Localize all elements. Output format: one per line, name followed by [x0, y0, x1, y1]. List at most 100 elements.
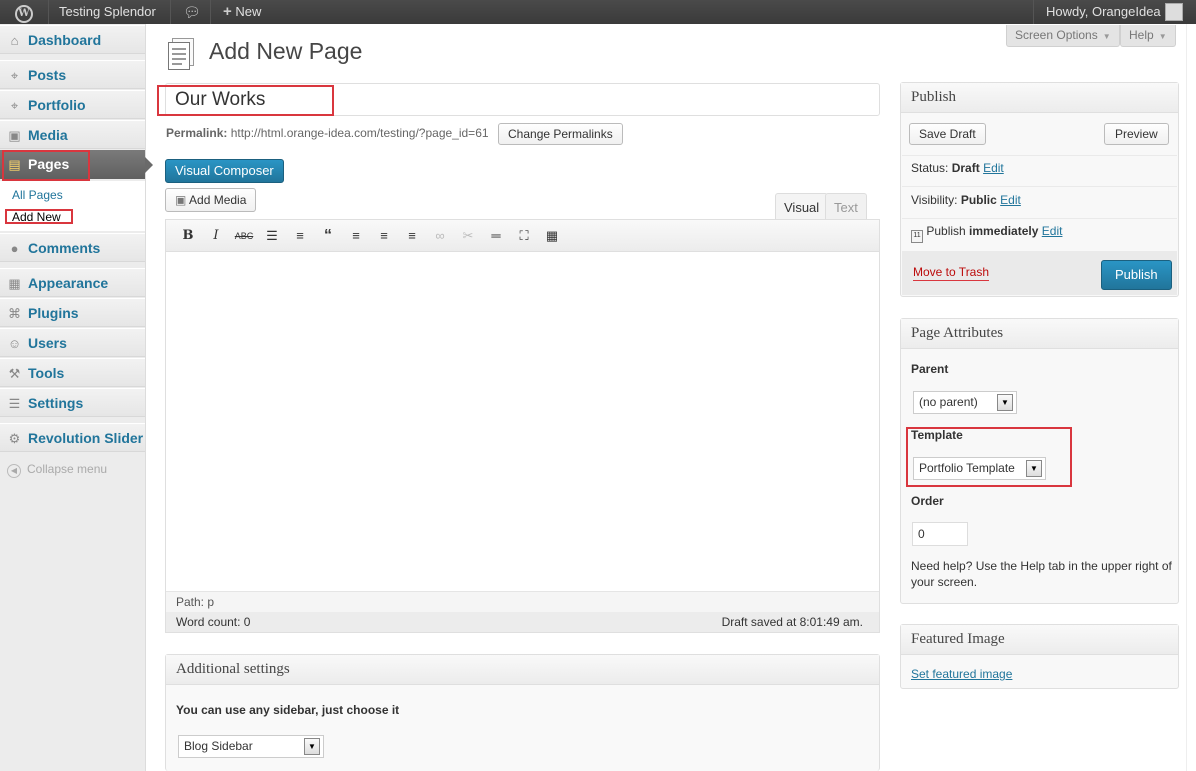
link-icon[interactable]: ∞ [430, 226, 450, 246]
sidebar-item-revolution-slider[interactable]: ⚙ Revolution Slider [0, 423, 145, 452]
unlink-icon[interactable]: ✂ [458, 226, 478, 246]
publish-when: immediately [969, 224, 1039, 238]
comments-bubble-icon[interactable]: 💬︎ [183, 0, 201, 24]
additional-settings-box: Additional settings You can use any side… [165, 654, 880, 771]
set-featured-image-link[interactable]: Set featured image [911, 667, 1012, 681]
active-pointer [145, 157, 153, 173]
wordpress-logo-icon[interactable]: W [0, 0, 48, 24]
permalink-url[interactable]: http://html.orange-idea.com/testing/?pag… [231, 126, 489, 140]
align-right-icon[interactable]: ≡ [402, 226, 422, 246]
preview-button[interactable]: Preview [1104, 123, 1169, 145]
help-label: Help [1129, 28, 1154, 42]
sidebar-item-plugins[interactable]: ⌘ Plugins [0, 298, 145, 327]
page-edge [1186, 24, 1196, 771]
visibility-row: Visibility: Public Edit [911, 193, 1021, 207]
chevron-down-icon: ▼ [997, 394, 1013, 411]
move-to-trash-link[interactable]: Move to Trash [913, 265, 990, 281]
publish-box: Publish Save Draft Preview Status: Draft… [900, 82, 1179, 297]
admin-sidebar: ⌂ Dashboard ⌖ Posts ⌖ Portfolio ▣ Media ▤ Pag… [0, 24, 153, 771]
account-greeting[interactable]: Howdy, OrangeIdea [1046, 0, 1161, 24]
plugins-icon: ⌘ [8, 306, 21, 321]
italic-icon[interactable]: I [206, 226, 226, 246]
permalink-label: Permalink: [166, 126, 228, 140]
sidebar-item-label: Revolution Slider [28, 430, 144, 446]
sidebar-item-posts[interactable]: ⌖ Posts [0, 60, 145, 89]
site-name-link[interactable]: Testing Splendor [59, 0, 156, 24]
fullscreen-icon[interactable]: ⛶ [514, 226, 534, 246]
order-label: Order [911, 494, 944, 508]
tools-icon: ⚒ [8, 366, 21, 381]
change-permalinks-button[interactable]: Change Permalinks [498, 123, 623, 145]
visibility-label: Visibility: [911, 193, 958, 207]
pin-icon: ⌖ [10, 68, 19, 83]
sidebar-item-users[interactable]: ☺ Users [0, 328, 145, 357]
bullet-list-icon[interactable]: ☰ [262, 226, 282, 246]
help-button[interactable]: Help ▼ [1120, 25, 1176, 47]
strikethrough-icon[interactable]: ABC [234, 226, 254, 246]
avatar[interactable] [1165, 3, 1183, 21]
visibility-value: Public [960, 193, 997, 207]
submenu-all-pages[interactable]: All Pages [12, 188, 63, 202]
sidebar-item-appearance[interactable]: ▦ Appearance [0, 268, 145, 297]
calendar-icon: 11 [911, 230, 923, 243]
blockquote-icon[interactable]: “ [318, 226, 338, 246]
featured-image-box: Featured Image Set featured image [900, 624, 1179, 689]
sidebar-item-label: Settings [28, 395, 84, 411]
edit-visibility-link[interactable]: Edit [1000, 193, 1021, 207]
schedule-row: 11 Publish immediately Edit [911, 224, 1062, 243]
visual-composer-button[interactable]: Visual Composer [165, 159, 284, 183]
editor-status-bar: Word count: 0 Draft saved at 8:01:49 am. [166, 612, 879, 632]
sidebar-item-portfolio[interactable]: ⌖ Portfolio [0, 90, 145, 119]
bold-icon[interactable]: B [178, 226, 198, 246]
read-more-icon[interactable]: ═ [486, 226, 506, 246]
highlight-box [157, 85, 334, 116]
separator [48, 0, 49, 24]
add-media-label: Add Media [189, 193, 247, 207]
tab-visual[interactable]: Visual [775, 193, 829, 221]
publish-button[interactable]: Publish [1101, 260, 1172, 290]
sidebar-item-dashboard[interactable]: ⌂ Dashboard [0, 25, 145, 54]
status-value: Draft [951, 161, 980, 175]
appearance-icon: ▦ [8, 276, 21, 291]
sidebar-item-label: Portfolio [28, 97, 86, 113]
save-draft-button[interactable]: Save Draft [909, 123, 986, 145]
align-center-icon[interactable]: ≡ [374, 226, 394, 246]
numbered-list-icon[interactable]: ≡ [290, 226, 310, 246]
screen-options-button[interactable]: Screen Options ▼ [1006, 25, 1120, 47]
sidebar-item-comments[interactable]: ● Comments [0, 233, 145, 262]
admin-bar: W Testing Splendor 💬︎ + New Howdy, Orang… [0, 0, 1196, 24]
pages-submenu: All Pages Add New [0, 181, 145, 231]
new-label: New [235, 4, 262, 19]
sidebar-item-label: Comments [28, 240, 101, 256]
collapse-icon: ◀ [7, 464, 21, 478]
add-media-button[interactable]: ▣ Add Media [165, 188, 257, 212]
sidebar-item-label: Posts [28, 67, 67, 83]
sidebar-item-settings[interactable]: ☰ Settings [0, 388, 145, 417]
comments-icon: ● [10, 241, 19, 256]
draft-saved-status: Draft saved at 8:01:49 am. [721, 615, 863, 629]
edit-schedule-link[interactable]: Edit [1042, 224, 1063, 238]
sidebar-select[interactable]: Blog Sidebar ▼ [178, 735, 324, 758]
sidebar-item-label: Users [28, 335, 67, 351]
edit-status-link[interactable]: Edit [983, 161, 1004, 175]
sidebar-item-tools[interactable]: ⚒ Tools [0, 358, 145, 387]
editor-toolbar: B I ABC ☰ ≡ “ ≡ ≡ ≡ ∞ ✂ ═ ⛶ ▦ [166, 220, 879, 252]
editor-content-area[interactable] [166, 252, 879, 591]
collapse-menu-button[interactable]: ◀ Collapse menu [7, 462, 107, 478]
chevron-down-icon: ▼ [1102, 32, 1111, 41]
align-left-icon[interactable]: ≡ [346, 226, 366, 246]
kitchen-sink-icon[interactable]: ▦ [542, 226, 562, 246]
highlight-box [906, 427, 1072, 487]
order-input[interactable] [912, 522, 968, 546]
new-content-button[interactable]: + New [223, 0, 261, 24]
tab-text[interactable]: Text [825, 193, 867, 220]
parent-select-value: (no parent) [919, 395, 978, 409]
add-media-icon: ▣ [175, 193, 187, 207]
highlight-box [5, 209, 73, 224]
sidebar-item-label: Dashboard [28, 32, 102, 48]
parent-select[interactable]: (no parent) ▼ [913, 391, 1017, 414]
sidebar-item-media[interactable]: ▣ Media [0, 120, 145, 149]
publish-title: Publish [901, 83, 1178, 113]
chevron-down-icon: ▼ [1158, 32, 1167, 41]
chevron-down-icon: ▼ [304, 738, 320, 755]
